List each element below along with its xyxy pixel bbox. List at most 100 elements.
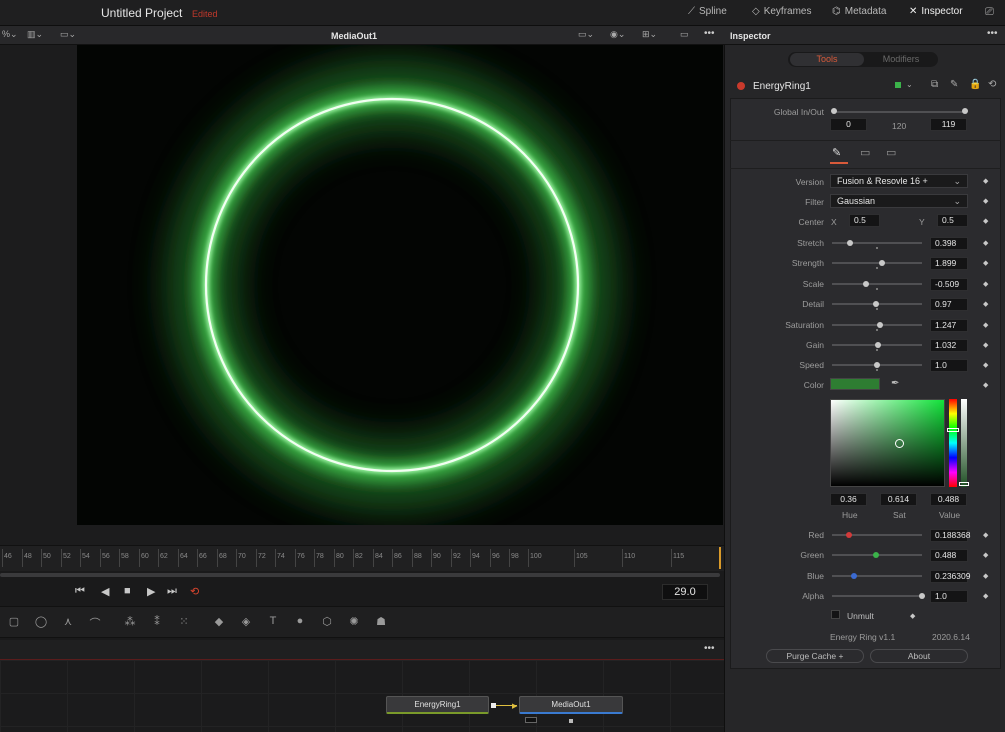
keyframe-diamond-icon[interactable]: ◆ xyxy=(983,531,988,539)
version-select[interactable]: Fusion & Resovle 16 + ⌄ xyxy=(830,174,968,188)
scale-slider[interactable] xyxy=(832,283,922,285)
saturation-field[interactable]: 1.247 xyxy=(930,319,968,332)
viewer-split-icon[interactable]: ▥⌄ xyxy=(27,29,43,40)
keyframe-diamond-icon[interactable]: ◆ xyxy=(983,361,988,369)
settings-tab-icon[interactable]: ▭ xyxy=(886,146,896,159)
version-icon[interactable]: ⧉ xyxy=(931,79,938,90)
blue-slider[interactable] xyxy=(832,575,922,577)
tab-tools[interactable]: Tools xyxy=(790,53,864,66)
lock-icon[interactable]: 🔒 xyxy=(969,79,981,90)
detail-field[interactable]: 0.97 xyxy=(930,298,968,311)
center-x-field[interactable]: 0.5 xyxy=(849,214,880,227)
tool-color-chip[interactable] xyxy=(895,82,901,88)
text3d-tool-icon[interactable]: T xyxy=(265,615,281,629)
play-reverse-icon[interactable]: ◀ xyxy=(101,585,109,598)
keyframe-diamond-icon[interactable]: ◆ xyxy=(983,572,988,580)
keyframe-diamond-icon[interactable]: ◆ xyxy=(983,239,988,247)
sat-field[interactable]: 0.614 xyxy=(880,493,917,506)
particle-emitter-icon[interactable]: ⁂ xyxy=(122,615,138,629)
alpha-slider[interactable] xyxy=(832,595,922,597)
particle-pmerge-icon[interactable]: ⁙ xyxy=(176,615,192,629)
blue-field[interactable]: 0.236309 xyxy=(930,570,970,583)
keyframe-diamond-icon[interactable]: ◆ xyxy=(983,321,988,329)
color-picker-handle[interactable] xyxy=(895,439,904,448)
alpha-handle[interactable] xyxy=(959,482,969,486)
merge3d-tool-icon[interactable]: ◈ xyxy=(238,615,254,629)
particle-render-icon[interactable]: ⁑ xyxy=(149,615,165,629)
speed-field[interactable]: 1.0 xyxy=(930,359,968,372)
metadata-button[interactable]: ⌬ Metadata xyxy=(832,6,886,17)
go-to-end-icon[interactable]: ⏭ xyxy=(167,585,177,598)
keyframe-diamond-icon[interactable]: ◆ xyxy=(983,259,988,267)
image-tab-icon[interactable]: ▭ xyxy=(860,146,870,159)
keyframe-diamond-icon[interactable]: ◆ xyxy=(983,381,988,389)
about-button[interactable]: About xyxy=(870,649,968,663)
viewer-roi-icon[interactable]: ▭⌄ xyxy=(578,29,594,40)
global-out-handle[interactable] xyxy=(962,108,968,114)
gain-field[interactable]: 1.032 xyxy=(930,339,968,352)
keyframe-diamond-icon[interactable]: ◆ xyxy=(983,592,988,600)
alpha-slider-handle[interactable] xyxy=(919,593,925,599)
global-in-handle[interactable] xyxy=(831,108,837,114)
fullscreen-icon[interactable]: ⎚ xyxy=(985,6,994,19)
node-energyring1[interactable]: EnergyRing1 xyxy=(386,696,489,714)
keyframe-diamond-icon[interactable]: ◆ xyxy=(983,177,988,185)
viewer-channel-icon[interactable]: ◉⌄ xyxy=(610,29,625,40)
playhead[interactable] xyxy=(719,547,721,569)
stretch-slider[interactable] xyxy=(832,242,922,244)
filter-select[interactable]: Gaussian ⌄ xyxy=(830,194,968,208)
center-y-field[interactable]: 0.5 xyxy=(937,214,968,227)
purge-cache-button[interactable]: Purge Cache + xyxy=(766,649,864,663)
saturation-value-picker[interactable] xyxy=(830,399,945,487)
keyframe-diamond-icon[interactable]: ◆ xyxy=(910,612,915,620)
keyframes-button[interactable]: ◇ Keyframes xyxy=(752,6,812,17)
camera3d-tool-icon[interactable]: ● xyxy=(292,615,308,629)
shape3d-tool-icon[interactable]: ◆ xyxy=(211,615,227,629)
rectangle-tool-icon[interactable]: ▢ xyxy=(6,615,22,629)
strength-field[interactable]: 1.899 xyxy=(930,257,968,270)
viewer-canvas[interactable] xyxy=(77,45,723,525)
chevron-down-icon[interactable]: ⌄ xyxy=(906,80,913,89)
go-to-start-icon[interactable]: ⏮ xyxy=(75,585,85,598)
global-inout-slider[interactable] xyxy=(834,111,965,113)
node-output-port[interactable] xyxy=(491,703,496,708)
red-field[interactable]: 0.188368 xyxy=(930,529,970,542)
viewer-more-icon[interactable]: ••• xyxy=(704,28,715,39)
tab-modifiers[interactable]: Modifiers xyxy=(866,53,936,66)
hue-handle[interactable] xyxy=(947,428,959,432)
global-in-field[interactable]: 0 xyxy=(830,118,867,131)
hue-field[interactable]: 0.36 xyxy=(830,493,867,506)
alpha-field[interactable]: 1.0 xyxy=(930,590,968,603)
unmult-checkbox[interactable] xyxy=(831,610,840,619)
saturation-slider-handle[interactable] xyxy=(876,322,883,328)
keyframe-diamond-icon[interactable]: ◆ xyxy=(983,551,988,559)
color-swatch[interactable] xyxy=(830,378,880,390)
keyframe-diamond-icon[interactable]: ◆ xyxy=(983,341,988,349)
stretch-slider-handle[interactable] xyxy=(847,240,853,246)
keyframe-diamond-icon[interactable]: ◆ xyxy=(983,197,988,205)
viewer-lut-icon[interactable]: ▭⌄ xyxy=(60,29,76,40)
inspector-more-icon[interactable]: ••• xyxy=(987,28,998,39)
viewer-frame-icon[interactable]: ▭ xyxy=(680,29,689,40)
node-editor-more-icon[interactable]: ••• xyxy=(704,643,715,654)
stretch-field[interactable]: 0.398 xyxy=(930,237,968,250)
strength-slider-handle[interactable] xyxy=(878,260,885,266)
node-viewer-indicator[interactable] xyxy=(525,717,537,723)
polygon-tool-icon[interactable]: ⋏ xyxy=(60,615,76,629)
render3d-tool-icon[interactable]: ☗ xyxy=(373,615,389,629)
current-frame-field[interactable]: 29.0 xyxy=(662,584,708,600)
hue-strip[interactable] xyxy=(949,399,957,487)
inspector-button[interactable]: ✕ Inspector xyxy=(909,6,963,17)
tool-enable-icon[interactable] xyxy=(737,82,745,90)
scale-field[interactable]: -0.509 xyxy=(930,278,968,291)
controls-tab-icon[interactable]: ✎ xyxy=(832,146,841,159)
alpha-strip[interactable] xyxy=(961,399,967,487)
speed-slider-handle[interactable] xyxy=(874,362,880,368)
viewer-grid-icon[interactable]: ⊞⌄ xyxy=(642,29,657,40)
green-field[interactable]: 0.488 xyxy=(930,549,968,562)
imageplane3d-icon[interactable]: ⬡ xyxy=(319,615,335,629)
node-input-port[interactable] xyxy=(569,719,573,723)
blue-slider-handle[interactable] xyxy=(850,573,857,579)
keyframe-diamond-icon[interactable]: ◆ xyxy=(983,280,988,288)
keyframe-diamond-icon[interactable]: ◆ xyxy=(983,300,988,308)
